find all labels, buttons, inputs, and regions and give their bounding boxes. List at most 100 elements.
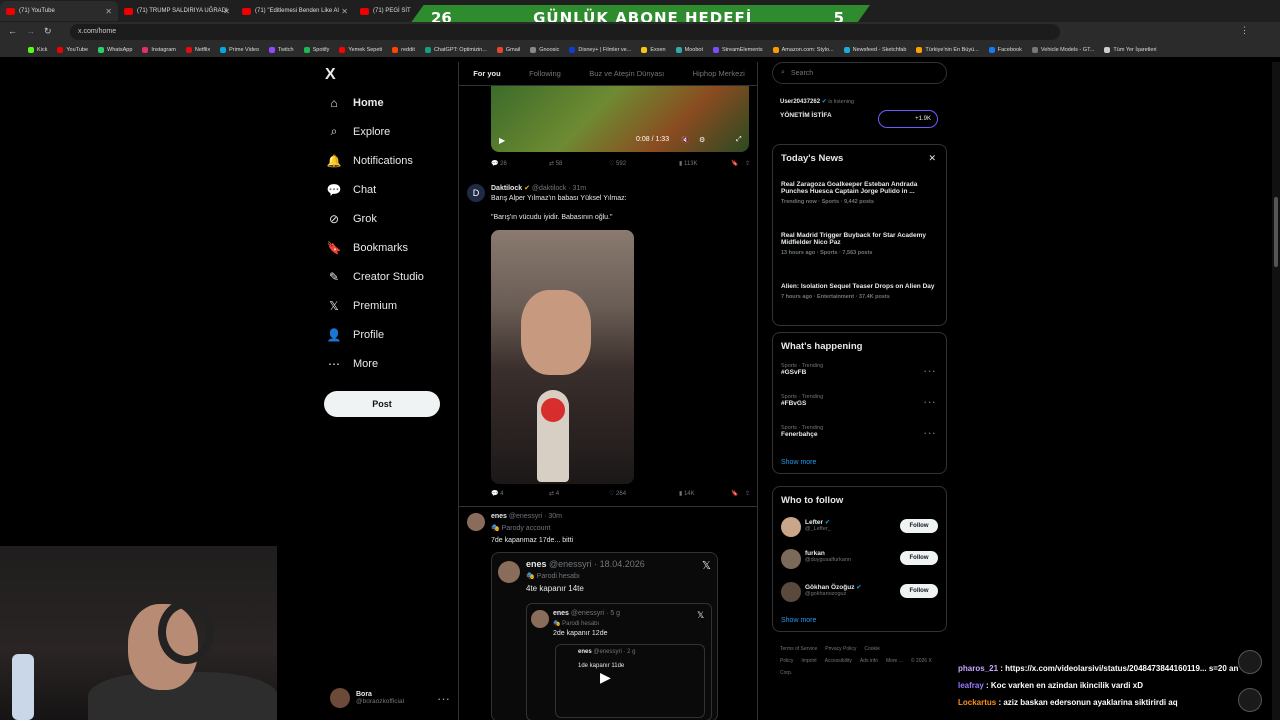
- nav-item-chat[interactable]: 💬 Chat: [325, 175, 445, 204]
- settings-icon[interactable]: ⚙: [699, 136, 705, 144]
- show-more-link[interactable]: Show more: [781, 459, 816, 466]
- account-switcher[interactable]: Bora @boraozkofficial ···: [330, 686, 450, 710]
- browser-tab[interactable]: (71) "Editlemesi Benden Like Al ✕: [236, 1, 354, 21]
- post-button[interactable]: Post: [324, 391, 440, 417]
- like-count[interactable]: ♡ 592: [609, 160, 679, 167]
- trend-item[interactable]: Sports · Trending #GSvFB: [781, 363, 823, 376]
- bookmark-item[interactable]: WhatsApp: [98, 46, 132, 53]
- bookmark-icon[interactable]: 🔖: [731, 490, 745, 497]
- quoted-tweet[interactable]: enes @enessyri · 18.04.2026 🎭 Parodi hes…: [491, 552, 718, 720]
- footer-link[interactable]: Accessibility: [825, 658, 852, 664]
- show-more-link[interactable]: Show more: [781, 617, 816, 624]
- bookmark-item[interactable]: StreamElements: [712, 46, 763, 53]
- reply-count[interactable]: 💬 26: [491, 160, 549, 167]
- live-space[interactable]: User20437262 ✔ is listening YÖNETİM İSTİ…: [772, 90, 947, 130]
- repost-count[interactable]: ⇄ 4: [549, 490, 609, 497]
- url-input[interactable]: x.com/home: [70, 24, 1060, 40]
- chat-bubble-icon[interactable]: [1238, 650, 1262, 674]
- bookmark-item[interactable]: Vehicle Models - GT...: [1031, 46, 1094, 53]
- news-item[interactable]: Real Zaragoza Goalkeeper Esteban Andrada…: [781, 181, 941, 205]
- bookmark-item[interactable]: Instagram: [142, 46, 176, 53]
- nav-item-notifications[interactable]: 🔔 Notifications: [325, 146, 445, 175]
- bookmark-item[interactable]: Newsfeed - Sketchfab: [843, 46, 906, 53]
- menu-icon[interactable]: ⋮: [1240, 25, 1249, 36]
- bookmark-item[interactable]: Amazon.com: Stylo...: [772, 46, 834, 53]
- quoted-tweet[interactable]: enes @enessyri · 2 g 1de kapanır 11de ▶: [555, 644, 705, 718]
- footer-link[interactable]: Terms of Service: [780, 646, 817, 652]
- bookmark-icon[interactable]: 🔖: [731, 160, 745, 167]
- follow-suggestion[interactable]: Lefter ✔ @_Lefter_: [805, 518, 831, 532]
- follow-suggestion[interactable]: furkan @duygusalfurkann: [805, 550, 851, 563]
- close-icon[interactable]: ✕: [928, 153, 936, 164]
- bookmark-item[interactable]: Kick: [28, 46, 47, 53]
- bookmark-item[interactable]: Facebook: [988, 46, 1022, 53]
- browser-tab[interactable]: (71) TRUMP SALDIRIYA UĞRADI ✕: [118, 1, 236, 21]
- scrollbar[interactable]: [1272, 62, 1280, 720]
- scrollbar-thumb[interactable]: [1274, 197, 1278, 267]
- share-icon[interactable]: ⇪: [745, 160, 750, 167]
- bookmark-item[interactable]: Spotify: [303, 46, 329, 53]
- like-count[interactable]: ♡ 264: [609, 490, 679, 497]
- bookmark-item[interactable]: reddit: [392, 46, 415, 53]
- repost-count[interactable]: ⇄ 58: [549, 160, 609, 167]
- nav-item-grok[interactable]: ⊘ Grok: [325, 204, 445, 233]
- news-item[interactable]: Real Madrid Trigger Buyback for Star Aca…: [781, 232, 941, 256]
- nav-item-bookmarks[interactable]: 🔖 Bookmarks: [325, 233, 445, 262]
- tab-following[interactable]: Following: [529, 69, 561, 78]
- tweet-photo[interactable]: [491, 230, 634, 484]
- tab-for-you[interactable]: For you: [473, 69, 501, 78]
- more-icon[interactable]: ···: [923, 363, 936, 378]
- bookmark-item[interactable]: Gnoosic: [530, 46, 559, 53]
- forward-icon[interactable]: →: [26, 26, 35, 36]
- tab-hiphop-merkezi[interactable]: Hiphop Merkezi: [693, 69, 745, 78]
- avatar[interactable]: D: [467, 184, 485, 202]
- bookmark-item[interactable]: YouTube: [57, 46, 88, 53]
- bookmark-item[interactable]: Türkiye'nin En Büyü...: [916, 46, 979, 53]
- bookmark-item[interactable]: Yemek Sepeti: [339, 46, 382, 53]
- close-icon[interactable]: ✕: [105, 7, 112, 16]
- play-icon[interactable]: ▶: [600, 669, 611, 686]
- tab-buz-ve-atesin-dunyasi[interactable]: Buz ve Ateşin Dünyası: [589, 69, 664, 78]
- video-player[interactable]: ▶ 0:08 / 1:33 🔇 ⚙ ⤢: [491, 86, 749, 152]
- nav-item-premium[interactable]: 𝕏 Premium: [325, 291, 445, 320]
- reload-icon[interactable]: ↻: [44, 26, 52, 37]
- reply-count[interactable]: 💬 4: [491, 490, 549, 497]
- nav-item-creator-studio[interactable]: ✎ Creator Studio: [325, 262, 445, 291]
- trend-item[interactable]: Sports · Trending Fenerbahçe: [781, 425, 823, 438]
- bookmark-item[interactable]: Twitch: [269, 46, 294, 53]
- close-icon[interactable]: ✕: [341, 7, 348, 16]
- quoted-tweet[interactable]: enes @enessyri · 5 g 🎭 Parodi hesabı 2de…: [526, 603, 712, 720]
- bookmark-item[interactable]: Prime Video: [220, 46, 259, 53]
- avatar[interactable]: [467, 513, 485, 531]
- footer-link[interactable]: Imprint: [801, 658, 816, 664]
- nav-item-more[interactable]: ⋯ More: [325, 349, 445, 378]
- footer-link[interactable]: Privacy Policy: [825, 646, 856, 652]
- bookmark-item[interactable]: Moobot: [675, 46, 703, 53]
- bookmark-item[interactable]: Exxen: [641, 46, 666, 53]
- play-icon[interactable]: ▶: [499, 136, 505, 145]
- follow-button[interactable]: Follow: [900, 519, 938, 533]
- trend-item[interactable]: Sports · Trending #FBvGS: [781, 394, 823, 407]
- footer-link[interactable]: Ads info: [860, 658, 878, 664]
- more-icon[interactable]: ···: [437, 691, 450, 706]
- back-icon[interactable]: ←: [8, 26, 17, 36]
- news-item[interactable]: Alien: Isolation Sequel Teaser Drops on …: [781, 283, 941, 300]
- nav-item-explore[interactable]: ⌕ Explore: [325, 117, 445, 146]
- bookmark-item[interactable]: ChatGPT: Optimizin...: [424, 46, 487, 53]
- view-count[interactable]: ▮ 113K: [679, 160, 731, 167]
- search-input[interactable]: ⌕ Search: [772, 62, 947, 84]
- avatar[interactable]: [781, 549, 801, 569]
- close-icon[interactable]: ✕: [223, 7, 230, 16]
- bookmark-item[interactable]: Netflix: [185, 46, 210, 53]
- bookmark-item[interactable]: Disney+ | Filmler ve...: [569, 46, 631, 53]
- mute-icon[interactable]: 🔇: [681, 136, 690, 144]
- bookmark-item[interactable]: Tüm Yer İşaretleri: [1104, 46, 1157, 53]
- fullscreen-icon[interactable]: ⤢: [736, 136, 742, 144]
- avatar[interactable]: [781, 517, 801, 537]
- bookmark-item[interactable]: Gmail: [496, 46, 520, 53]
- follow-button[interactable]: Follow: [900, 584, 938, 598]
- nav-item-profile[interactable]: 👤 Profile: [325, 320, 445, 349]
- footer-link[interactable]: More ...: [886, 658, 903, 664]
- chat-bubble-icon[interactable]: [1238, 688, 1262, 712]
- more-icon[interactable]: ···: [923, 394, 936, 409]
